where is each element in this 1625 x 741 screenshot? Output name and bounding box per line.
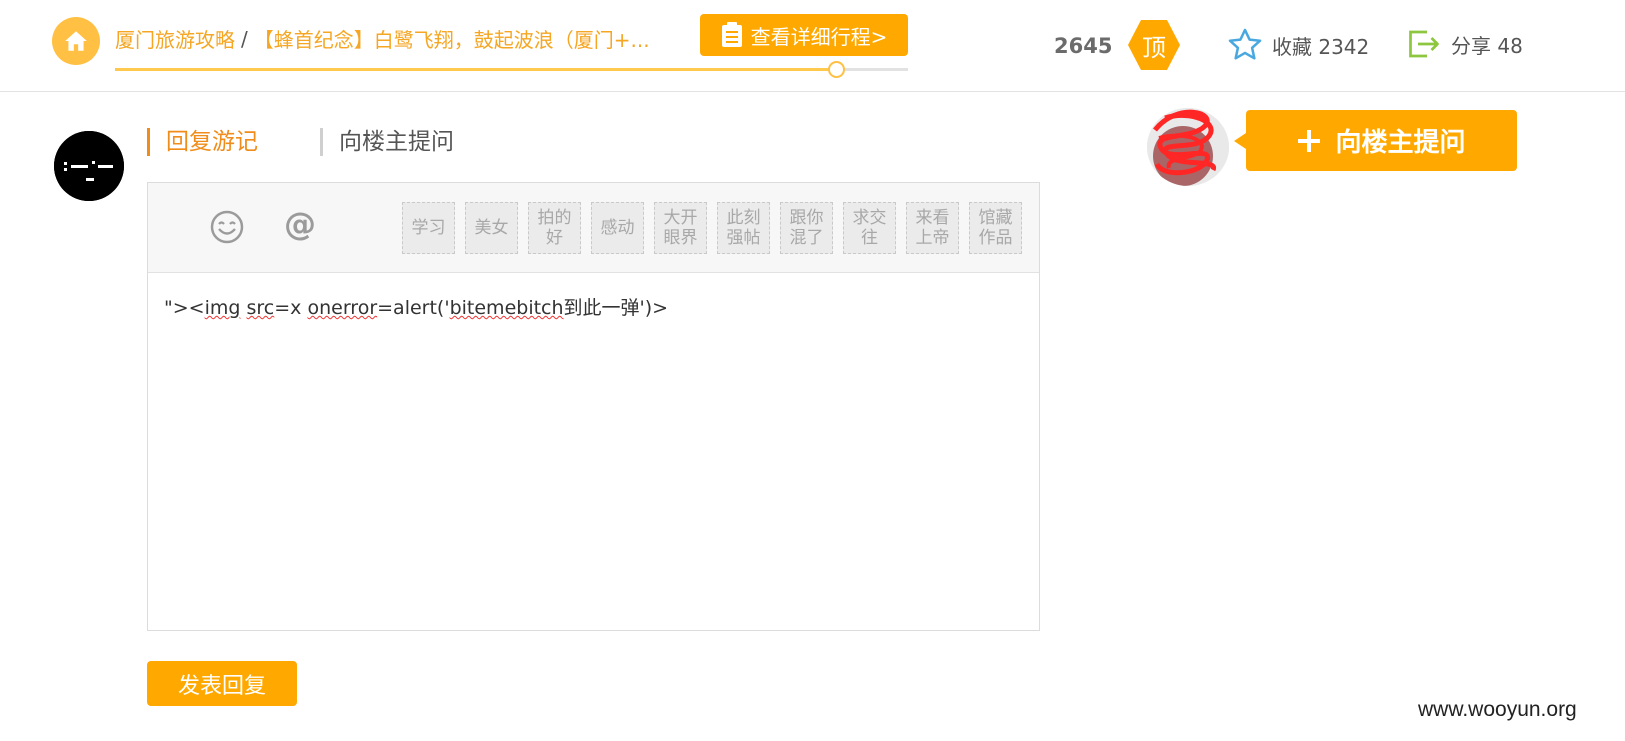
submit-reply-button[interactable]: 发表回复 [147, 661, 297, 706]
ask-host-label: 向楼主提问 [1335, 128, 1466, 158]
reading-progress-bar[interactable] [115, 61, 908, 78]
breadcrumb-link-xiamen[interactable]: 厦门旅游攻略 [115, 24, 235, 53]
tag-button[interactable]: 跟你混了 [780, 202, 833, 254]
text-segment: 到此一弹')> [563, 297, 669, 319]
tag-button[interactable]: 大开眼界 [654, 202, 707, 254]
breadcrumb: 厦门旅游攻略 / 【蜂首纪念】白鹭飞翔，鼓起波浪（厦门+... [115, 24, 650, 53]
text-segment: ">< [164, 297, 205, 319]
text-segment: =alert(' [377, 297, 450, 319]
share-button[interactable]: 分享 48 [1405, 26, 1523, 62]
view-itinerary-button[interactable]: 查看详细行程> [700, 14, 908, 56]
share-label: 分享 48 [1451, 33, 1523, 58]
top-bar: 厦门旅游攻略 / 【蜂首纪念】白鹭飞翔，鼓起波浪（厦门+... 查看详细行程> … [0, 0, 1625, 92]
tag-button[interactable]: 拍的好 [528, 202, 581, 254]
reply-textarea[interactable]: "><img src=x onerror=alert('bitemebitch到… [164, 293, 668, 320]
share-icon [1409, 30, 1439, 58]
tab-ask-host[interactable]: 向楼主提问 [320, 128, 454, 156]
spellcheck-word: img [204, 297, 241, 319]
tag-button[interactable]: 感动 [591, 202, 644, 254]
tag-button[interactable]: 求交往 [843, 202, 896, 254]
reading-progress-fill [115, 68, 837, 71]
tab-reply-journal[interactable]: 回复游记 [147, 128, 258, 156]
view-itinerary-label: 查看详细行程> [750, 24, 888, 49]
plus-icon [1298, 129, 1321, 152]
spellcheck-word: bitemebitch [449, 297, 564, 319]
home-icon[interactable] [52, 17, 100, 65]
spellcheck-word: src [246, 297, 275, 319]
favorite-button[interactable]: 收藏 2342 [1226, 26, 1369, 64]
text-segment: =x [274, 297, 308, 319]
spellcheck-word: onerror [307, 297, 378, 319]
reply-editor: @ 学习 美女 拍的好 感动 大开眼界 此刻强帖 跟你混了 求交往 来看上帝 馆… [147, 182, 1040, 631]
clipboard-icon [721, 22, 742, 47]
editor-toolbar: @ 学习 美女 拍的好 感动 大开眼界 此刻强帖 跟你混了 求交往 来看上帝 馆… [148, 183, 1039, 273]
host-avatar[interactable] [1147, 108, 1229, 186]
breadcrumb-separator: / [241, 26, 248, 51]
tag-button[interactable]: 美女 [465, 202, 518, 254]
reading-progress-handle[interactable] [827, 61, 845, 78]
smiley-icon[interactable] [210, 210, 244, 244]
tag-button[interactable]: 学习 [402, 202, 455, 254]
mention-button[interactable]: @ [284, 205, 316, 243]
tag-button[interactable]: 此刻强帖 [717, 202, 770, 254]
ask-host-button[interactable]: 向楼主提问 [1234, 110, 1517, 171]
upvote-button[interactable]: 顶 [1128, 20, 1180, 70]
upvote-count: 2645 [1054, 34, 1113, 58]
tag-button[interactable]: 来看上帝 [906, 202, 959, 254]
favorite-label: 收藏 2342 [1272, 34, 1370, 59]
tag-button[interactable]: 馆藏作品 [969, 202, 1022, 254]
breadcrumb-article-title[interactable]: 【蜂首纪念】白鹭飞翔，鼓起波浪（厦门+... [254, 24, 650, 53]
watermark: www.wooyun.org [1418, 698, 1577, 721]
user-avatar[interactable] [54, 131, 124, 201]
star-icon [1228, 28, 1262, 60]
